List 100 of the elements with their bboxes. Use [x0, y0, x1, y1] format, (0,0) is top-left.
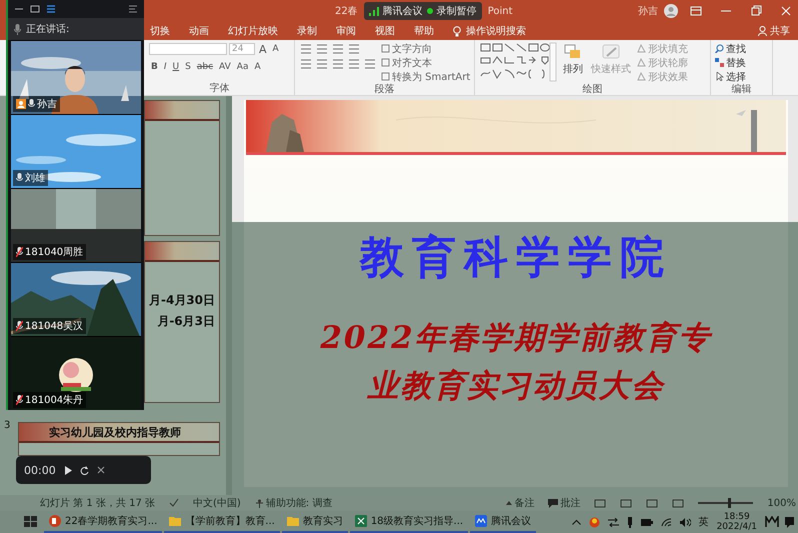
group-label: 段落	[374, 83, 396, 96]
meeting-app-name: 腾讯会议	[382, 4, 423, 18]
window-title: 22春	[335, 5, 358, 18]
taskbar-app[interactable]: 【学前教育】教育...	[164, 511, 280, 533]
brush-icon	[601, 44, 621, 60]
folder-icon	[169, 515, 182, 527]
ribbon-tab[interactable]: 动画	[189, 24, 209, 38]
search-field[interactable]: 操作说明搜索	[453, 24, 548, 38]
font-name-field[interactable]	[149, 43, 227, 55]
recording-status: 录制暂停	[436, 4, 477, 18]
paragraph-command[interactable]: 文字方向	[381, 42, 470, 55]
group-label: 绘图	[582, 83, 604, 96]
paragraph-command[interactable]: 对齐文本	[381, 56, 470, 69]
participant-name: 孙吉	[13, 96, 60, 112]
language-label: 中文(中国)	[192, 496, 241, 510]
notification-icon[interactable]	[785, 516, 794, 528]
window-icon[interactable]	[30, 4, 40, 14]
participant-name: 181048吴汉	[13, 318, 86, 334]
slide-title: 业教育实习动员大会	[368, 367, 664, 406]
thumbnail-text: 月-6月3日	[157, 313, 215, 330]
underline-button[interactable]: U	[170, 60, 182, 74]
accessibility-button[interactable]: 辅助功能: 调查	[254, 496, 332, 510]
italic-button[interactable]: I	[162, 60, 169, 74]
ribbon-tab[interactable]: 幻灯片放映	[228, 24, 278, 38]
thumbnail-text: 月-4月30日	[148, 292, 215, 309]
signal-icon	[368, 6, 379, 16]
editing-command[interactable]: 查找	[715, 42, 746, 55]
ribbon-tab[interactable]: 帮助	[414, 24, 434, 38]
wifi-icon[interactable]	[660, 518, 672, 526]
play-icon[interactable]	[64, 466, 72, 474]
font-size-field[interactable]: 24	[229, 43, 255, 55]
editing-command[interactable]: 选择	[715, 70, 746, 83]
pointer-icon	[715, 72, 724, 81]
ribbon-tab[interactable]: 视图	[375, 24, 395, 38]
clock-date: 2022/4/1	[716, 522, 757, 532]
editing-command[interactable]: 替换	[715, 56, 746, 69]
menu-icon[interactable]	[46, 4, 56, 14]
arrange-button[interactable]: 排列	[561, 42, 585, 83]
normal-view-icon[interactable]	[594, 498, 606, 508]
comment-icon	[548, 498, 558, 508]
caret-icon	[506, 500, 512, 506]
list-icon[interactable]	[128, 4, 138, 14]
group-label: 字体	[208, 82, 230, 95]
transfer-icon[interactable]	[608, 518, 619, 526]
align-left-icon[interactable]	[299, 58, 313, 70]
slide-heading: 教育科学学院	[360, 231, 672, 285]
slide-thumbnail[interactable]: 实习幼儿园及校内指导教师	[18, 422, 220, 456]
thumbnail-title: 实习幼儿园及校内指导教师	[49, 424, 181, 440]
participant-name: 181040周胜	[13, 244, 86, 260]
slide-title: 2022年春学期学前教育专	[320, 319, 712, 358]
avatar-icon[interactable]	[664, 4, 678, 18]
increase-font-button[interactable]: A	[257, 42, 269, 56]
case-button[interactable]: Aa	[234, 60, 250, 74]
taskbar-app[interactable]: 22春学期教育实习...	[44, 511, 162, 533]
speaking-label: 正在讲话:	[26, 22, 70, 36]
taskbar-app[interactable]: 教育实习	[282, 511, 348, 533]
slide-thumbnail[interactable]	[144, 100, 220, 236]
justify-icon[interactable]	[347, 58, 361, 70]
person-icon	[758, 26, 767, 36]
comments-button[interactable]: 批注	[548, 496, 580, 510]
replay-icon[interactable]	[80, 466, 89, 474]
zoom-slider-thumb[interactable]	[728, 498, 731, 508]
playback-time: 00:00	[24, 464, 56, 476]
strikethrough-button[interactable]: S	[183, 60, 193, 74]
folder-icon	[286, 515, 299, 527]
meeting-app-icon	[475, 515, 488, 527]
spacing-button[interactable]: abc	[194, 60, 216, 74]
font-color-button[interactable]: A	[252, 60, 263, 74]
user-name: 孙吉	[638, 4, 658, 18]
slide-number: 3	[4, 420, 12, 433]
meeting-tray-icon[interactable]	[765, 516, 779, 528]
slide-thumbnail[interactable]: 月-4月30日 月-6月3日	[144, 241, 220, 403]
volume-icon[interactable]	[680, 518, 691, 526]
microphone-icon	[14, 24, 21, 34]
window-title-end: Point	[488, 6, 513, 16]
taskbar-app[interactable]: 腾讯会议	[470, 511, 536, 533]
shapes-gallery-drawing[interactable]	[479, 42, 557, 82]
char-spacing-button[interactable]: AV	[217, 60, 233, 74]
replace-icon	[715, 58, 724, 67]
zoom-level: 100%	[767, 498, 796, 508]
ribbon-tab[interactable]: 审阅	[336, 24, 356, 38]
spellcheck-icon	[168, 498, 179, 508]
paragraph-command[interactable]: 转换为 SmartArt	[381, 70, 470, 83]
ribbon-tab[interactable]: 切换	[150, 24, 170, 38]
chevron-up-icon[interactable]	[572, 519, 581, 525]
decrease-font-button[interactable]: A	[270, 42, 281, 56]
input-method[interactable]: 英	[698, 515, 709, 529]
battery-icon[interactable]	[640, 518, 653, 526]
close-icon[interactable]	[96, 466, 105, 474]
taskbar-app[interactable]: 18级教育实习指导...	[350, 511, 468, 533]
bold-button[interactable]: B	[149, 60, 160, 74]
notes-button[interactable]: 备注	[506, 496, 534, 510]
share-button[interactable]: 共享	[758, 24, 790, 38]
tray-app-icon[interactable]	[588, 516, 600, 528]
windows-start-icon[interactable]	[24, 516, 38, 528]
accessibility-icon	[254, 498, 264, 508]
slide-counter: 幻灯片 第 1 张，共 17 张	[40, 496, 155, 510]
arrange-icon	[564, 44, 582, 60]
powerpoint-icon	[49, 515, 61, 527]
ribbon-tab[interactable]: 录制	[297, 24, 317, 38]
